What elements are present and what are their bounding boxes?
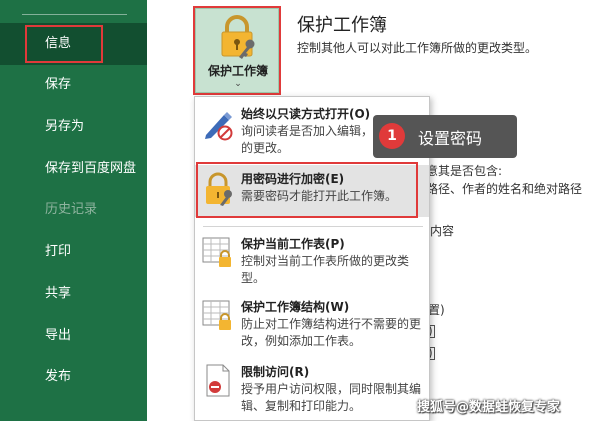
menu-item-title: 保护当前工作表(P): [241, 237, 345, 251]
menu-item-title: 保护工作簿结构(W): [241, 300, 350, 314]
menu-item-description: 控制对当前工作表所做的更改类型。: [241, 254, 410, 285]
menu-item-description: 防止对工作簿结构进行不需要的更改，例如添加工作表。: [241, 317, 422, 348]
background-text: 意其是否包含:: [426, 164, 503, 178]
sidebar-item-save-baidu[interactable]: 保存到百度网盘: [0, 148, 147, 190]
sidebar-divider: [22, 14, 127, 15]
menu-item-title: 始终以只读方式打开(O): [241, 107, 371, 121]
encrypt-highlight-box: [196, 162, 418, 218]
section-title: 保护工作簿: [297, 15, 387, 36]
menu-item-protect-workbook-structure[interactable]: 保护工作簿结构(W) 防止对工作簿结构进行不需要的更改，例如添加工作表。: [195, 298, 429, 354]
protect-button-highlight-box: [193, 6, 281, 95]
document-restrict-icon: [206, 364, 230, 397]
sidebar-item-print[interactable]: 打印: [0, 231, 147, 273]
sidebar-item-save[interactable]: 保存: [0, 64, 147, 106]
sidebar-item-save-as[interactable]: 另存为: [0, 106, 147, 148]
info-highlight-box: [25, 25, 103, 63]
menu-item-description: 授予用户访问权限，同时限制其编辑、复制和打印能力。: [241, 382, 422, 413]
menu-item-title: 限制访问(R): [241, 365, 310, 379]
watermark: 搜狐号@数据蛙恢复专家: [417, 400, 561, 415]
menu-separator: [203, 226, 423, 227]
step-callout-text: 设置密码: [418, 129, 483, 148]
menu-item-protect-current-sheet[interactable]: 保护当前工作表(P) 控制对当前工作表所做的更改类型。: [195, 235, 429, 289]
background-text: 路径、作者的姓名和绝对路径: [426, 182, 583, 196]
background-text: 置): [428, 303, 445, 317]
sheet-lock-icon: [202, 237, 231, 267]
sidebar-item-history: 历史记录: [45, 202, 98, 217]
step-callout: 1 设置密码: [373, 115, 517, 158]
sidebar-item-export[interactable]: 导出: [0, 315, 147, 357]
backstage-sidebar: 信息 保存 另存为 保存到百度网盘 历史记录 打印 共享 导出 发布: [0, 0, 147, 421]
section-description: 控制其他人可以对此工作簿所做的更改类型。: [297, 41, 538, 55]
step-number-badge: 1: [379, 123, 405, 149]
pencil-no-icon: [205, 112, 233, 141]
sidebar-item-share[interactable]: 共享: [0, 273, 147, 315]
workbook-structure-lock-icon: [202, 300, 231, 330]
background-text: 内容: [430, 224, 455, 238]
menu-item-restrict-access[interactable]: 限制访问(R) 授予用户访问权限，同时限制其编辑、复制和打印能力。: [195, 363, 429, 419]
sidebar-item-publish[interactable]: 发布: [0, 356, 147, 398]
